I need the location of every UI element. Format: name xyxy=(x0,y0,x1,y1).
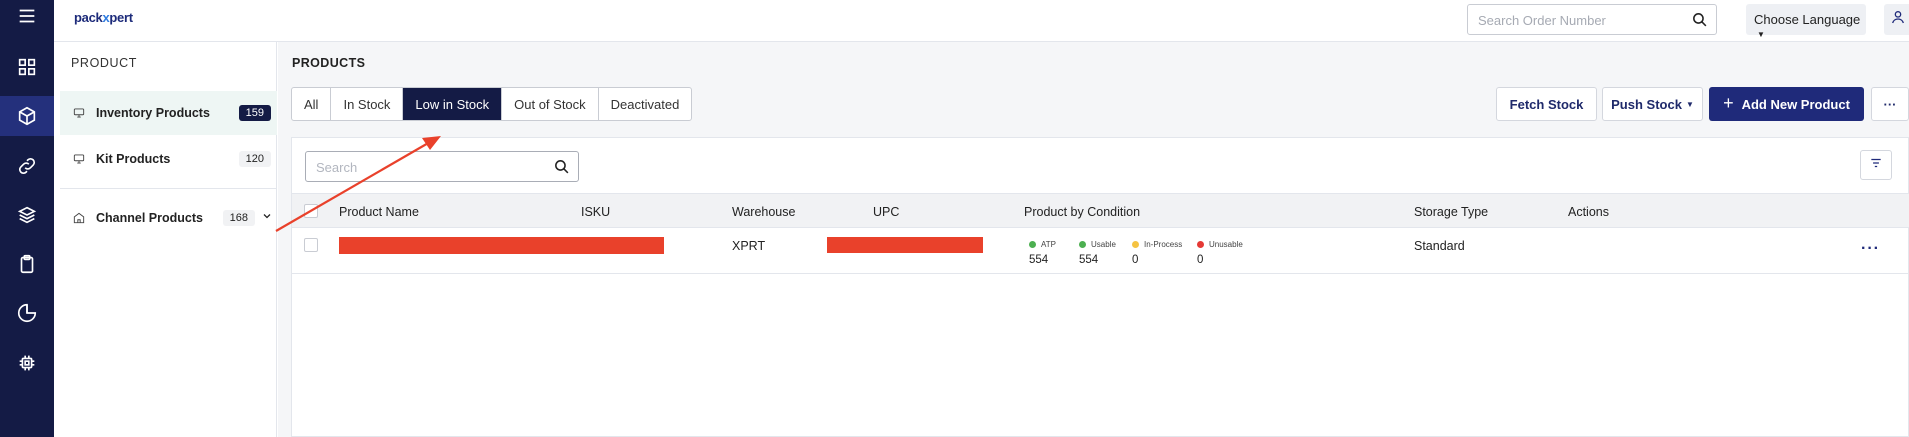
tag-icon xyxy=(72,152,86,166)
caret-down-icon: ▼ xyxy=(1757,30,1765,39)
table-row[interactable]: XPRT ATP 554 Usable 554 In-Process 0 Unu… xyxy=(292,228,1909,274)
product-sidebar: PRODUCT Inventory Products 159 Kit Produ… xyxy=(54,42,277,437)
more-icon: ··· xyxy=(1883,96,1897,112)
status-dot xyxy=(1132,241,1139,248)
condition-label: ATP xyxy=(1041,240,1056,249)
user-icon xyxy=(1890,9,1906,30)
sidebar-item-channel-products[interactable]: Channel Products 168 xyxy=(60,196,277,240)
icon-rail xyxy=(0,0,54,437)
user-account-button[interactable] xyxy=(1884,4,1909,35)
filter-icon xyxy=(1869,156,1883,175)
order-search-input[interactable] xyxy=(1478,11,1678,29)
condition-in-process: In-Process 0 xyxy=(1132,240,1182,266)
search-icon[interactable] xyxy=(553,158,570,180)
page-title: PRODUCTS xyxy=(292,56,366,70)
status-dot xyxy=(1029,241,1036,248)
add-new-product-button[interactable]: + Add New Product xyxy=(1709,87,1864,121)
logo-text-part3: pert xyxy=(109,10,133,25)
fetch-stock-label: Fetch Stock xyxy=(1509,96,1584,112)
condition-label: Usable xyxy=(1091,240,1116,249)
product-name-redacted xyxy=(339,237,664,254)
upc-redacted xyxy=(827,237,983,253)
warehouse-cell: XPRT xyxy=(732,239,766,253)
condition-value: 554 xyxy=(1079,254,1099,266)
fetch-stock-button[interactable]: Fetch Stock xyxy=(1496,87,1597,121)
tab-low-in-stock[interactable]: Low in Stock xyxy=(403,88,503,120)
column-header[interactable]: Storage Type xyxy=(1414,205,1488,219)
dashboard-icon[interactable] xyxy=(0,47,54,87)
plus-icon: + xyxy=(1723,92,1734,113)
storage-type-cell: Standard xyxy=(1414,239,1465,253)
app-root: packxpert Choose Language ▼ PRODUCT Inve… xyxy=(0,0,1909,437)
add-new-product-label: Add New Product xyxy=(1741,96,1850,112)
sidebar-divider xyxy=(60,188,277,189)
order-search-box xyxy=(1467,4,1717,35)
column-header[interactable]: ISKU xyxy=(581,205,610,219)
column-header[interactable]: Warehouse xyxy=(732,205,795,219)
stock-filter-tabs: All In Stock Low in Stock Out of Stock D… xyxy=(291,87,693,121)
condition-value: 0 xyxy=(1132,254,1139,266)
search-icon[interactable] xyxy=(1691,11,1708,33)
column-header[interactable]: Product Name xyxy=(339,205,419,219)
tab-deactivated[interactable]: Deactivated xyxy=(599,88,692,120)
sidebar-heading: PRODUCT xyxy=(71,56,138,70)
tab-out-of-stock[interactable]: Out of Stock xyxy=(502,88,599,120)
tab-in-stock[interactable]: In Stock xyxy=(331,88,404,120)
layers-icon[interactable] xyxy=(0,195,54,235)
count-badge: 120 xyxy=(238,151,271,167)
chevron-down-icon[interactable] xyxy=(261,210,273,225)
condition-label: Unusable xyxy=(1209,240,1243,249)
push-stock-button[interactable]: Push Stock ▼ xyxy=(1602,87,1703,121)
condition-label: In-Process xyxy=(1144,240,1183,249)
condition-value: 554 xyxy=(1029,254,1049,266)
language-select-label: Choose Language xyxy=(1754,12,1861,27)
row-actions-icon[interactable]: ··· xyxy=(1861,240,1880,258)
row-checkbox[interactable] xyxy=(304,238,318,252)
select-all-checkbox[interactable] xyxy=(304,204,318,218)
status-dot xyxy=(1079,241,1086,248)
push-stock-label: Push Stock xyxy=(1611,96,1682,112)
top-bar: packxpert Choose Language ▼ xyxy=(54,0,1909,42)
brand-logo[interactable]: packxpert xyxy=(74,10,133,25)
caret-down-icon: ▼ xyxy=(1685,99,1694,109)
condition-unusable: Unusable 0 xyxy=(1197,240,1243,266)
table-header: Product Name ISKU Warehouse UPC Product … xyxy=(292,193,1909,228)
column-header[interactable]: Product by Condition xyxy=(1024,205,1140,219)
column-header[interactable]: UPC xyxy=(873,205,899,219)
tag-icon xyxy=(72,106,86,120)
sidebar-item-label: Channel Products xyxy=(96,211,203,225)
product-search-box xyxy=(305,151,579,182)
main-content: PRODUCTS All In Stock Low in Stock Out o… xyxy=(278,42,1909,437)
condition-atp: ATP 554 xyxy=(1029,240,1056,266)
sidebar-item-label: Kit Products xyxy=(96,152,171,166)
box-icon[interactable] xyxy=(0,96,54,136)
column-header: Actions xyxy=(1568,205,1609,219)
count-badge: 168 xyxy=(222,210,255,226)
products-card: Product Name ISKU Warehouse UPC Product … xyxy=(291,137,1909,437)
condition-usable: Usable 554 xyxy=(1079,240,1116,266)
product-search-input[interactable] xyxy=(316,158,536,176)
chip-icon[interactable] xyxy=(0,343,54,383)
filter-button[interactable] xyxy=(1860,150,1892,180)
menu-icon[interactable] xyxy=(0,0,54,36)
tab-all[interactable]: All xyxy=(292,88,332,120)
count-badge: 159 xyxy=(238,105,271,121)
more-actions-button[interactable]: ··· xyxy=(1871,87,1909,121)
condition-value: 0 xyxy=(1197,254,1204,266)
sidebar-item-label: Inventory Products xyxy=(96,106,210,120)
clipboard-icon[interactable] xyxy=(0,244,54,284)
sidebar-item-inventory-products[interactable]: Inventory Products 159 xyxy=(60,91,277,135)
link-icon[interactable] xyxy=(0,146,54,186)
pie-chart-icon[interactable] xyxy=(0,293,54,333)
logo-text-part1: pack xyxy=(74,10,103,25)
store-icon xyxy=(72,211,86,225)
status-dot xyxy=(1197,241,1204,248)
language-select[interactable]: Choose Language ▼ xyxy=(1746,4,1866,39)
sidebar-item-kit-products[interactable]: Kit Products 120 xyxy=(60,137,277,181)
